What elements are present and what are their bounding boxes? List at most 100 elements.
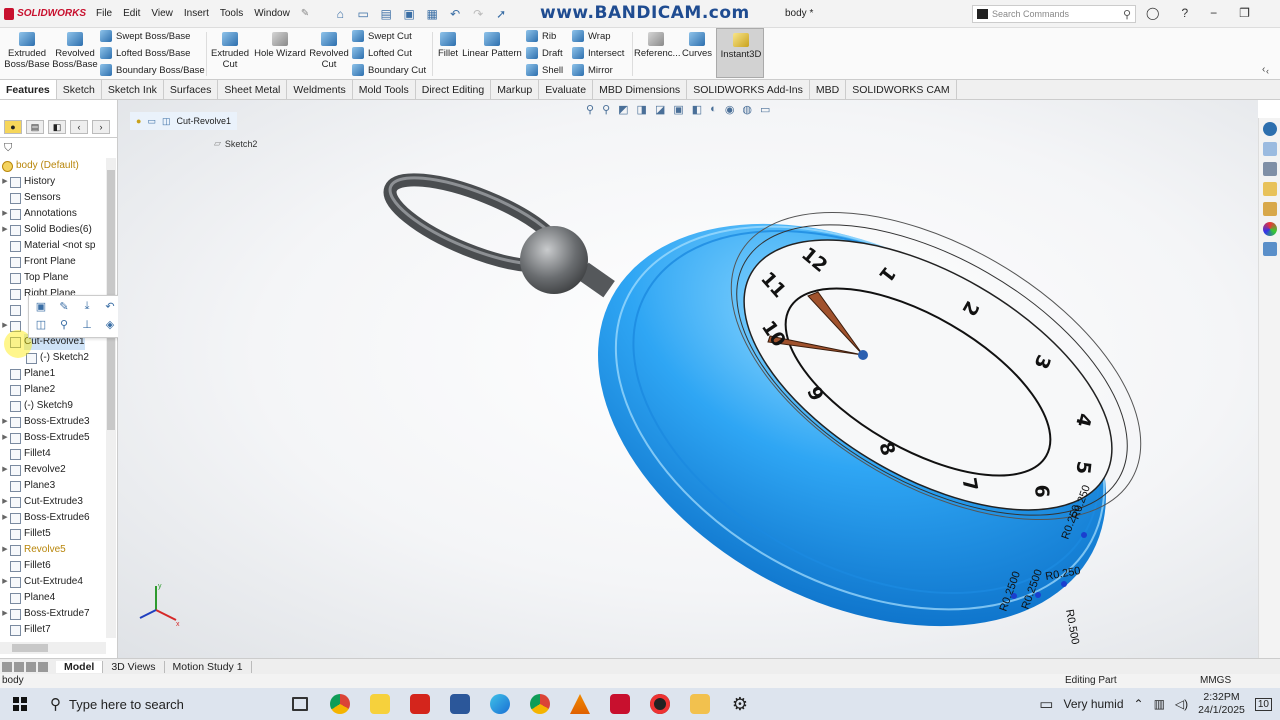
home-icon[interactable]: ⌂ bbox=[333, 7, 347, 21]
sticky-notes-icon[interactable] bbox=[360, 688, 400, 720]
search-commands-field[interactable]: Search Commands ⚲ bbox=[972, 5, 1136, 23]
notifications-icon[interactable]: 10 bbox=[1254, 697, 1272, 711]
expand-arrow-icon[interactable]: ▶ bbox=[0, 174, 10, 190]
revolved-cut-button[interactable]: Revolved Cut bbox=[309, 32, 349, 70]
curves-button[interactable]: Curves bbox=[680, 32, 714, 59]
configuration-manager-tab-icon[interactable]: ◧ bbox=[48, 120, 66, 134]
normal-to-icon[interactable]: ⊥ bbox=[79, 318, 95, 332]
tree-item[interactable]: Sensors bbox=[0, 190, 108, 206]
dimension-point[interactable] bbox=[1011, 593, 1017, 599]
weather-text[interactable]: Very humid bbox=[1063, 697, 1123, 711]
tree-item[interactable]: Plane2 bbox=[0, 382, 108, 398]
tree-item[interactable]: ▶ Boss-Extrude6 bbox=[0, 510, 108, 526]
start-button[interactable] bbox=[0, 688, 40, 720]
tab-motion-study[interactable]: Motion Study 1 bbox=[165, 660, 252, 673]
network-icon[interactable]: ▥ bbox=[1154, 697, 1165, 711]
tab-sheet-metal[interactable]: Sheet Metal bbox=[218, 80, 288, 99]
tab-solidworks-cam[interactable]: SOLIDWORKS CAM bbox=[846, 80, 957, 99]
suppress-icon[interactable]: ◫ bbox=[33, 318, 49, 332]
tree-item[interactable]: ▶ Revolve2 bbox=[0, 462, 108, 478]
tree-item[interactable]: Plane3 bbox=[0, 478, 108, 494]
tree-item[interactable]: (-) Sketch9 bbox=[0, 398, 108, 414]
tab-3d-views[interactable]: 3D Views bbox=[103, 660, 165, 673]
linear-pattern-button[interactable]: Linear Pattern bbox=[462, 32, 522, 59]
tree-item[interactable]: Front Plane bbox=[0, 254, 108, 270]
intersect-button[interactable]: Intersect bbox=[572, 47, 624, 59]
expand-arrow-icon[interactable]: ▶ bbox=[0, 494, 10, 510]
edit-sketch-icon[interactable]: ✎ bbox=[56, 300, 72, 314]
chrome-profile-icon[interactable] bbox=[520, 688, 560, 720]
tab-evaluate[interactable]: Evaluate bbox=[539, 80, 594, 99]
tab-sketch[interactable]: Sketch bbox=[57, 80, 102, 99]
edit-feature-icon[interactable]: ▣ bbox=[33, 300, 49, 314]
swept-cut-button[interactable]: Swept Cut bbox=[352, 30, 412, 42]
filter-icon[interactable]: ⛉ bbox=[4, 142, 12, 155]
menu-insert[interactable]: Insert bbox=[184, 8, 209, 19]
tab-mold-tools[interactable]: Mold Tools bbox=[353, 80, 416, 99]
view-palette-icon[interactable] bbox=[1262, 202, 1277, 216]
dimension-point[interactable] bbox=[1061, 581, 1067, 587]
expand-arrow-icon[interactable]: ▶ bbox=[0, 414, 10, 430]
feature-manager-tab-icon[interactable]: ● bbox=[4, 120, 22, 134]
acrobat-icon[interactable] bbox=[400, 688, 440, 720]
boundary-boss-button[interactable]: Boundary Boss/Base bbox=[100, 64, 205, 76]
tree-item[interactable]: ▶ Revolve5 bbox=[0, 542, 108, 558]
user-icon[interactable]: ◯ bbox=[1146, 6, 1159, 20]
tree-root[interactable]: body (Default) bbox=[0, 158, 108, 174]
settings-icon[interactable]: ⚙ bbox=[720, 688, 760, 720]
file-explorer-icon[interactable] bbox=[1262, 182, 1277, 196]
tree-item[interactable]: ▶ Boss-Extrude5 bbox=[0, 430, 108, 446]
pin-icon[interactable]: ✎ bbox=[301, 8, 309, 19]
tree-item[interactable]: Fillet7 bbox=[0, 622, 108, 638]
scroll-left-icon[interactable]: ‹ bbox=[70, 120, 88, 134]
reference-geometry-button[interactable]: Referenc... bbox=[634, 32, 680, 59]
tree-item[interactable]: Fillet6 bbox=[0, 558, 108, 574]
help-icon[interactable]: ? bbox=[1181, 6, 1188, 20]
chrome-icon[interactable] bbox=[320, 688, 360, 720]
menu-file[interactable]: File bbox=[96, 8, 112, 19]
tab-mbd[interactable]: MBD bbox=[810, 80, 847, 99]
file-explorer-icon[interactable] bbox=[680, 688, 720, 720]
lofted-cut-button[interactable]: Lofted Cut bbox=[352, 47, 412, 59]
bandicam-icon[interactable] bbox=[640, 688, 680, 720]
expand-arrow-icon[interactable]: ▶ bbox=[0, 206, 10, 222]
menu-view[interactable]: View bbox=[151, 8, 173, 19]
tree-item[interactable]: ▶ Solid Bodies(6) bbox=[0, 222, 108, 238]
design-library-icon[interactable] bbox=[1262, 162, 1277, 176]
scroll-right-icon[interactable]: › bbox=[92, 120, 110, 134]
tab-weldments[interactable]: Weldments bbox=[287, 80, 353, 99]
swept-boss-button[interactable]: Swept Boss/Base bbox=[100, 30, 190, 42]
tab-features[interactable]: Features bbox=[0, 80, 57, 99]
edge-icon[interactable] bbox=[480, 688, 520, 720]
ribbon-expand-icon[interactable]: ‹ bbox=[1266, 66, 1269, 76]
weather-icon[interactable]: ▭ bbox=[1039, 695, 1053, 713]
menu-edit[interactable]: Edit bbox=[123, 8, 140, 19]
shell-button[interactable]: Shell bbox=[526, 64, 563, 76]
tab-mbd-dimensions[interactable]: MBD Dimensions bbox=[593, 80, 688, 99]
open-icon[interactable]: ▤ bbox=[379, 7, 393, 21]
extruded-boss-button[interactable]: Extruded Boss/Base bbox=[4, 32, 50, 70]
restore-icon[interactable]: ❐ bbox=[1239, 6, 1250, 20]
rib-button[interactable]: Rib bbox=[526, 30, 556, 42]
fillet-button[interactable]: Fillet bbox=[436, 32, 460, 59]
search-icon[interactable]: ⚲ bbox=[1123, 8, 1131, 21]
solidworks-resources-icon[interactable] bbox=[1262, 122, 1277, 136]
redo-icon[interactable]: ↷ bbox=[471, 7, 485, 21]
new-document-icon[interactable]: ▭ bbox=[356, 7, 370, 21]
custom-properties-icon[interactable] bbox=[1262, 242, 1277, 256]
prev-tab-icon[interactable] bbox=[14, 661, 24, 672]
next-tab-icon[interactable] bbox=[26, 661, 36, 672]
tree-item[interactable]: Fillet4 bbox=[0, 446, 108, 462]
solidworks-taskbar-icon[interactable] bbox=[600, 688, 640, 720]
expand-arrow-icon[interactable]: ▶ bbox=[0, 510, 10, 526]
home-icon[interactable] bbox=[1262, 142, 1277, 156]
wrap-button[interactable]: Wrap bbox=[572, 30, 611, 42]
appearances-icon[interactable] bbox=[1262, 222, 1277, 236]
dimension-point[interactable] bbox=[1035, 592, 1041, 598]
volume-icon[interactable]: ◁) bbox=[1175, 697, 1188, 711]
tree-horizontal-scrollbar[interactable] bbox=[0, 642, 106, 654]
lofted-boss-button[interactable]: Lofted Boss/Base bbox=[100, 47, 190, 59]
tree-item[interactable]: Plane4 bbox=[0, 590, 108, 606]
word-icon[interactable] bbox=[440, 688, 480, 720]
tab-surfaces[interactable]: Surfaces bbox=[164, 80, 219, 99]
